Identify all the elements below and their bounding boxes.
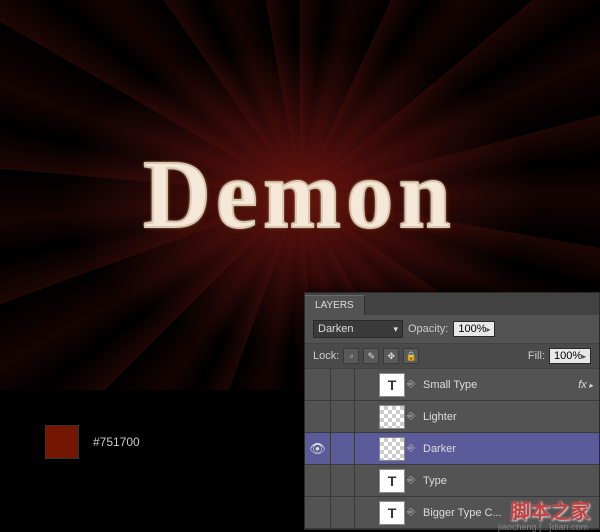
layer-thumbnail[interactable] <box>379 501 405 525</box>
blend-opacity-row: Darken Opacity: 100% <box>305 315 599 344</box>
lock-position-icon[interactable]: ✥ <box>383 348 399 364</box>
swatch-hex-label: #751700 <box>93 435 140 449</box>
link-icon[interactable]: ⎆ <box>405 443 417 454</box>
opacity-value: 100% <box>458 323 486 335</box>
layer-thumbnail[interactable] <box>379 405 405 429</box>
layer-fx-indicator[interactable]: fx <box>578 379 593 391</box>
blend-mode-select[interactable]: Darken <box>313 320 403 338</box>
layer-row[interactable]: ⎆ Small Typefx <box>305 369 599 401</box>
layer-thumbnail[interactable] <box>379 437 405 461</box>
link-icon[interactable]: ⎆ <box>405 475 417 486</box>
lock-all-icon[interactable]: 🔒 <box>403 348 419 364</box>
layer-name-label: Darker <box>423 443 599 455</box>
visibility-toggle-icon[interactable] <box>305 369 331 400</box>
layer-spacer <box>331 433 355 464</box>
link-icon[interactable]: ⎆ <box>405 411 417 422</box>
visibility-toggle-icon[interactable]: 👁 <box>305 433 331 464</box>
lock-label: Lock: <box>313 350 339 362</box>
link-icon[interactable]: ⎆ <box>405 379 417 390</box>
fill-label: Fill: <box>528 350 545 362</box>
layer-name-label: Lighter <box>423 411 599 423</box>
visibility-toggle-icon[interactable] <box>305 401 331 432</box>
layer-spacer <box>331 369 355 400</box>
layer-spacer <box>331 465 355 496</box>
layer-name-label: Small Type <box>423 379 578 391</box>
fill-value: 100% <box>554 350 582 362</box>
demon-text: Demon <box>144 139 457 251</box>
layer-name-label: Type <box>423 475 599 487</box>
link-icon[interactable]: ⎆ <box>405 507 417 518</box>
opacity-label: Opacity: <box>408 323 448 335</box>
watermark-text: 脚本之家 <box>510 495 590 524</box>
color-swatch[interactable] <box>45 425 79 459</box>
layer-thumbnail[interactable] <box>379 469 405 493</box>
layer-row[interactable]: 👁 ⎆ Darker <box>305 433 599 465</box>
panel-tab-bar: LAYERS <box>305 293 599 315</box>
color-swatch-area: #751700 <box>45 425 140 459</box>
lock-fill-row: Lock: ▫ ✎ ✥ 🔒 Fill: 100% <box>305 344 599 369</box>
visibility-toggle-icon[interactable] <box>305 497 331 528</box>
layer-spacer <box>331 401 355 432</box>
fill-input[interactable]: 100% <box>549 348 591 364</box>
watermark-subtext: jiaocheng.[...]dian.com <box>498 522 588 532</box>
lock-transparency-icon[interactable]: ▫ <box>343 348 359 364</box>
opacity-input[interactable]: 100% <box>453 321 495 337</box>
layer-thumbnail[interactable] <box>379 373 405 397</box>
layer-spacer <box>331 497 355 528</box>
layer-row[interactable]: ⎆ Type <box>305 465 599 497</box>
layer-row[interactable]: ⎆ Lighter <box>305 401 599 433</box>
blend-mode-value: Darken <box>318 323 353 335</box>
visibility-toggle-icon[interactable] <box>305 465 331 496</box>
layers-tab[interactable]: LAYERS <box>305 295 365 315</box>
lock-image-icon[interactable]: ✎ <box>363 348 379 364</box>
